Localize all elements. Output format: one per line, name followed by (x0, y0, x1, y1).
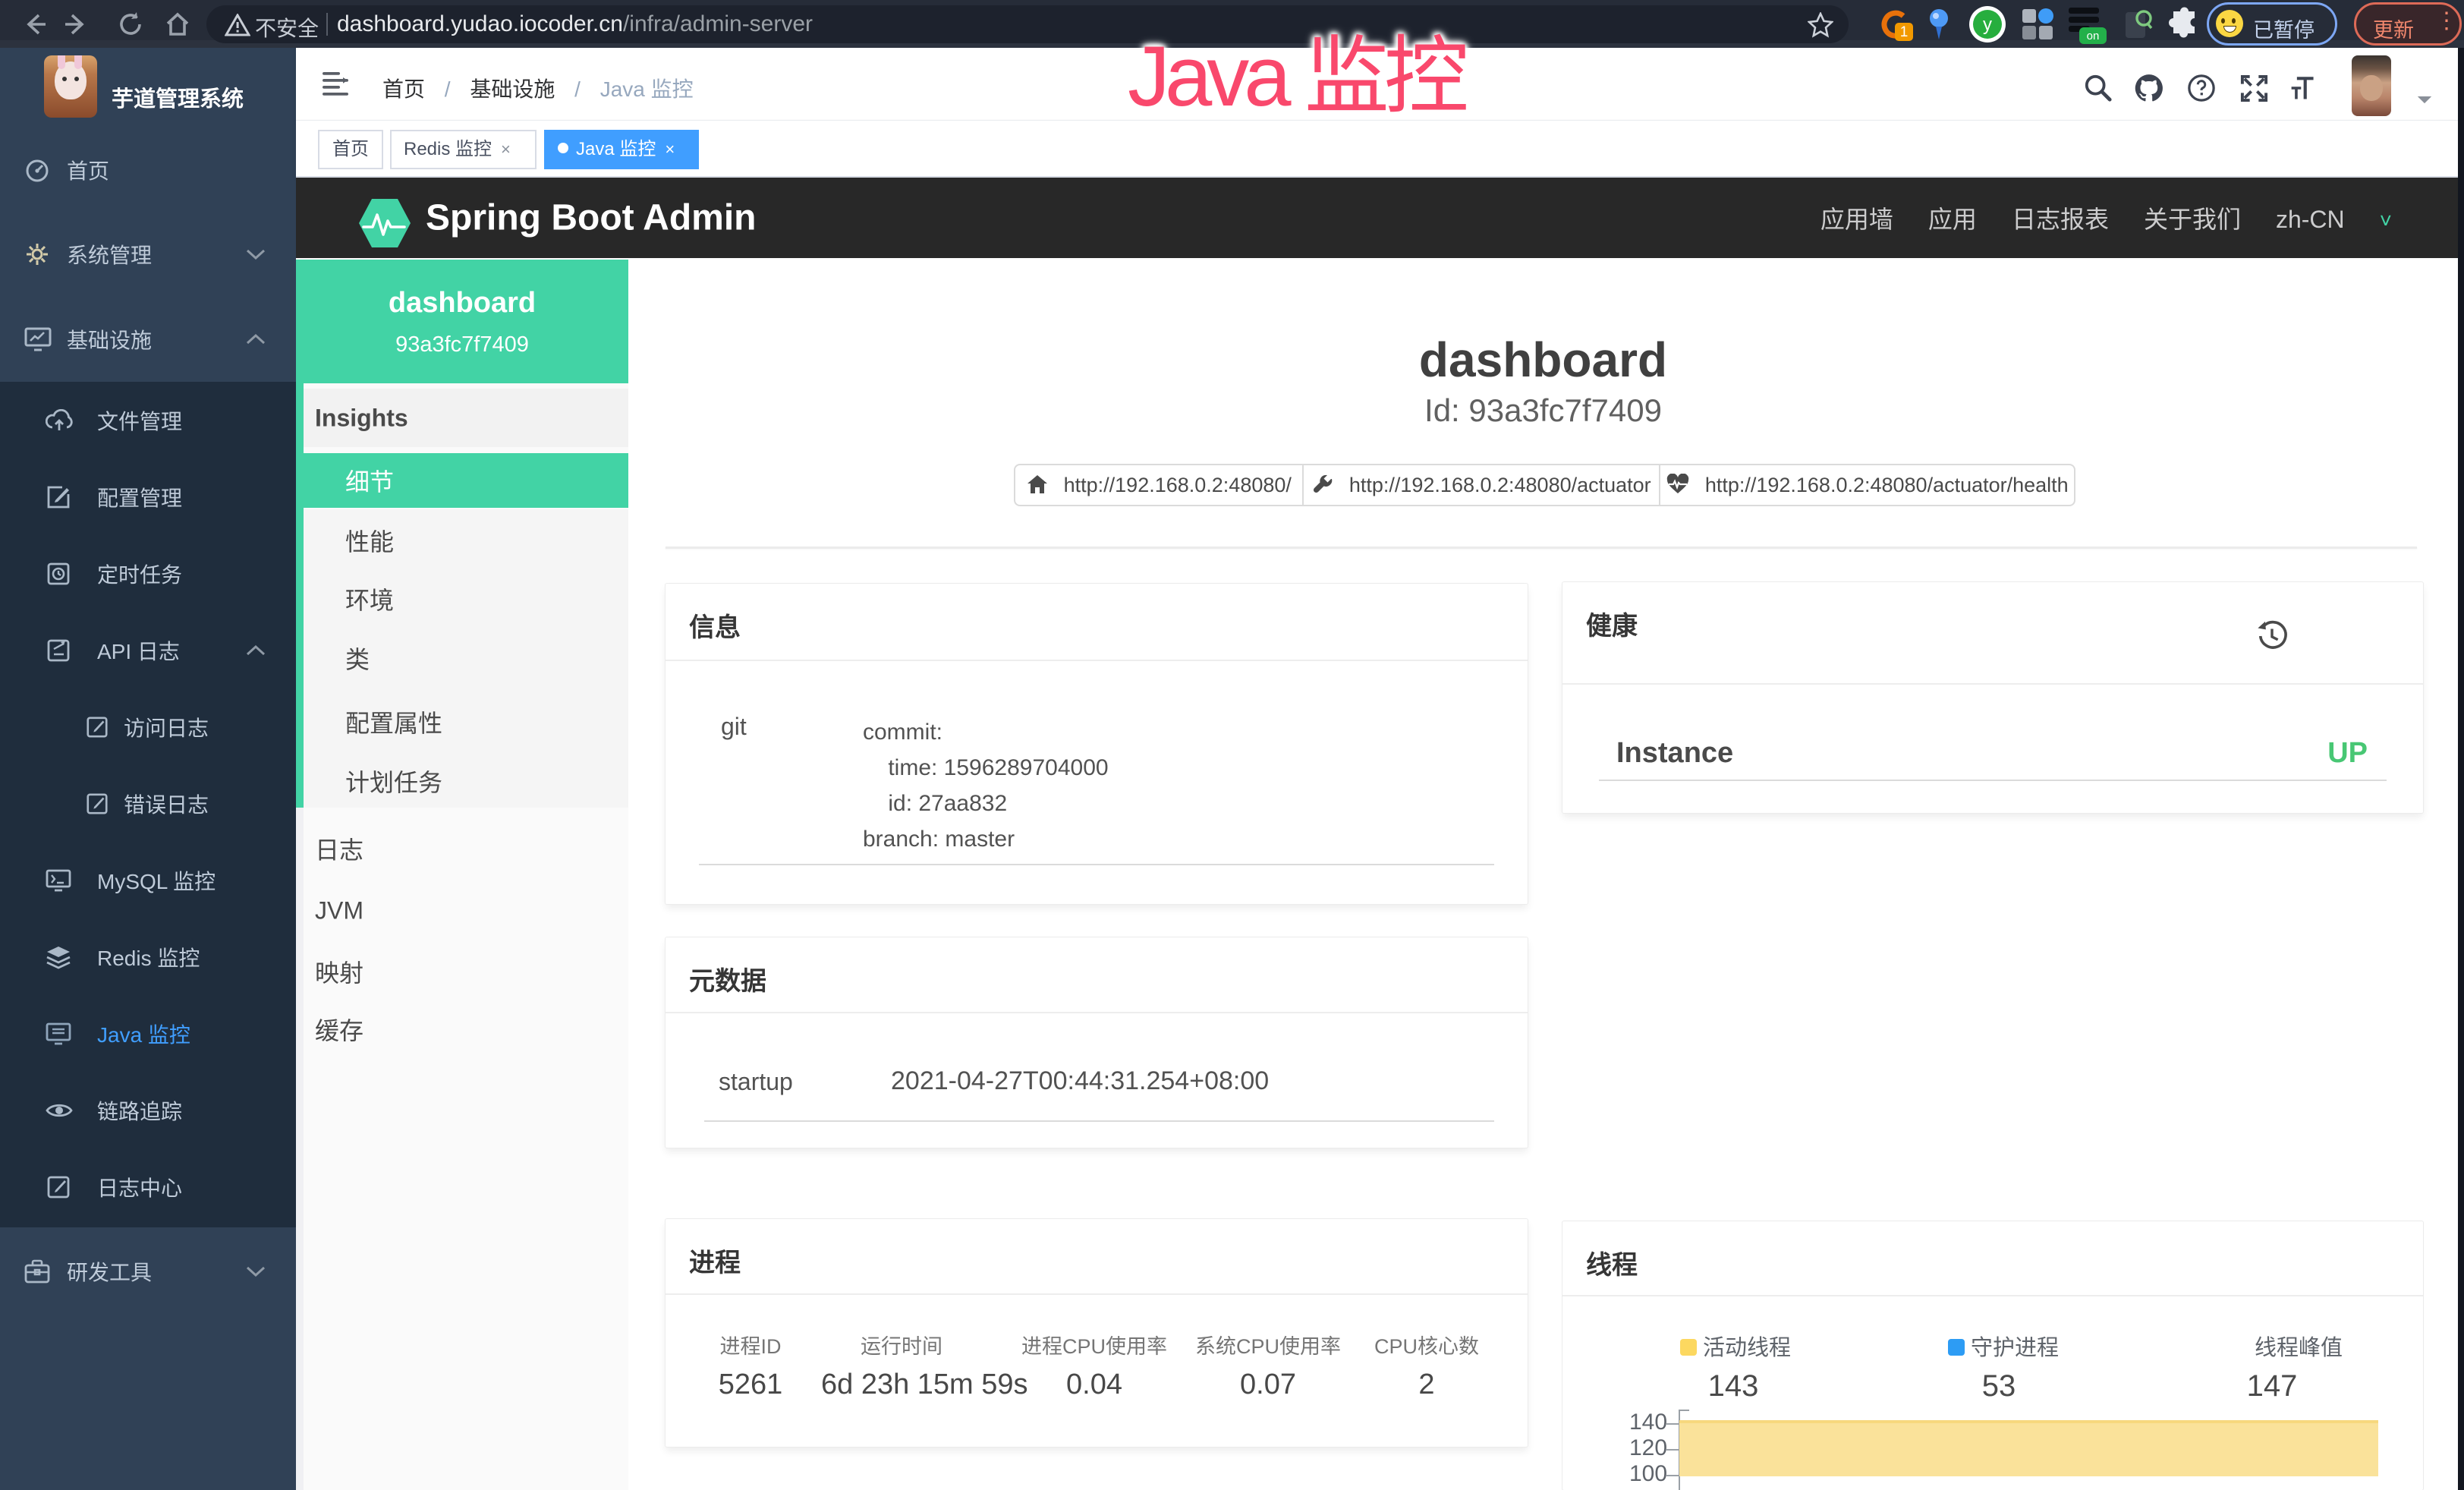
svg-text:y: y (1983, 14, 1992, 35)
svg-text:1: 1 (1900, 24, 1909, 40)
svg-text:on: on (2087, 30, 2100, 43)
